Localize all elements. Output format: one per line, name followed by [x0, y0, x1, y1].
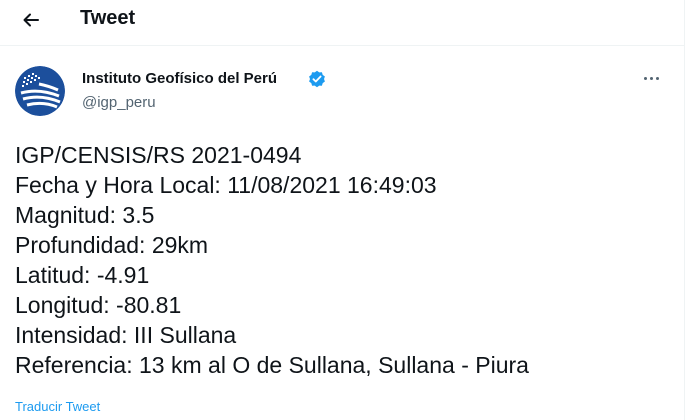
translate-tweet-link[interactable]: Traducir Tweet	[15, 399, 100, 415]
column-divider	[684, 0, 685, 420]
more-options-icon	[643, 76, 647, 80]
tweet-line: Longitud: -80.81	[15, 292, 182, 318]
tweet-line: Referencia: 13 km al O de Sullana, Sulla…	[15, 352, 529, 378]
more-options-button[interactable]	[636, 66, 666, 90]
back-button[interactable]	[13, 5, 49, 35]
avatar[interactable]	[15, 66, 65, 116]
tweet-line: Profundidad: 29km	[15, 232, 209, 258]
back-arrow-icon	[23, 13, 39, 27]
tweet-text: IGP/CENSIS/RS 2021-0494 Fecha y Hora Loc…	[15, 140, 675, 380]
tweet-line: Intensidad: III Sullana	[15, 322, 237, 348]
verified-badge-icon	[309, 70, 325, 88]
tweet-line: IGP/CENSIS/RS 2021-0494	[15, 142, 302, 168]
page-title: Tweet	[80, 7, 136, 29]
igp-logo-icon	[15, 66, 65, 116]
tweet-line: Magnitud: 3.5	[15, 202, 155, 228]
tweet-header: Tweet	[0, 0, 684, 46]
author-name[interactable]: Instituto Geofísico del Perú	[82, 69, 277, 89]
author-handle[interactable]: @igp_peru	[82, 93, 156, 113]
tweet-line: Fecha y Hora Local: 11/08/2021 16:49:03	[15, 172, 437, 198]
tweet-line: Latitud: -4.91	[15, 262, 150, 288]
